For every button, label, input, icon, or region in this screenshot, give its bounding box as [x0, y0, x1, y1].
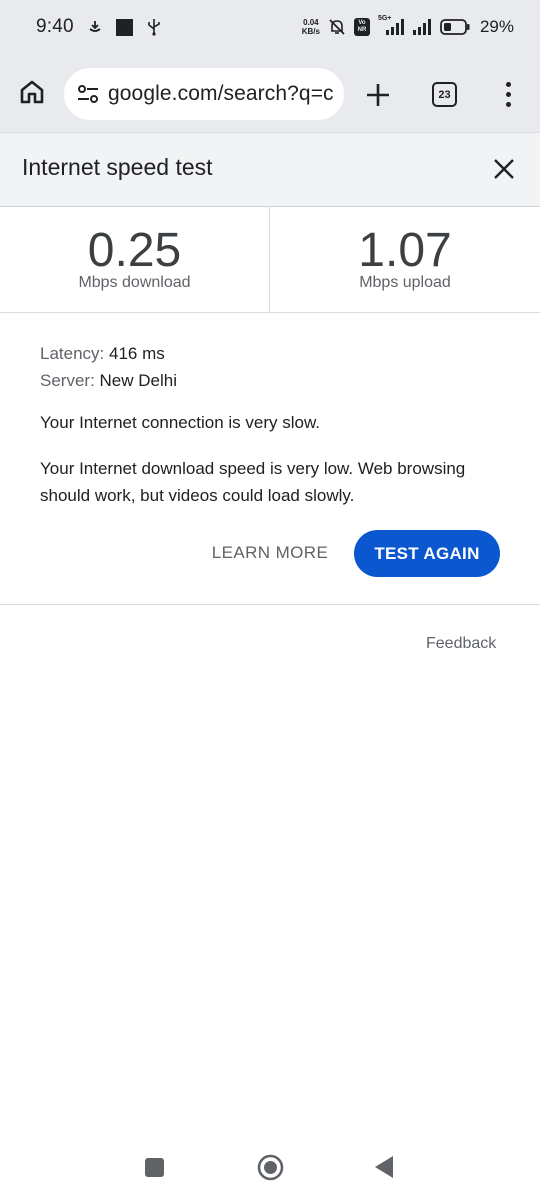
test-details: Latency: 416 ms Server: New Delhi: [40, 340, 510, 394]
net-speed-value: 0.04: [303, 18, 319, 27]
browser-toolbar: google.com/search?q=c 23: [0, 54, 540, 132]
mute-icon: [329, 19, 345, 35]
download-unit: Mbps download: [78, 274, 191, 291]
volte-badge: Vo NR: [353, 18, 370, 36]
back-nav-button[interactable]: [374, 1155, 394, 1179]
server-line: Server: New Delhi: [40, 367, 510, 394]
home-icon: [20, 80, 44, 104]
battery-percent: 29%: [479, 17, 514, 36]
signal-icon: [385, 19, 404, 35]
net-speed: 0.04 KB/s: [302, 18, 320, 36]
menu-dots-icon[interactable]: [496, 78, 520, 110]
vo-bottom: NR: [357, 27, 367, 33]
divider: [0, 604, 540, 605]
battery-icon: [440, 19, 470, 35]
server-value: New Delhi: [99, 371, 178, 390]
latency-label: Latency:: [40, 344, 105, 363]
test-again-button[interactable]: TEST AGAIN: [354, 530, 500, 577]
upload-metric: 1.07 Mbps upload: [270, 207, 540, 312]
menu-dot: [505, 101, 511, 107]
download-value: 0.25: [87, 224, 182, 277]
tab-switcher-button[interactable]: 23: [432, 82, 457, 107]
new-tab-button[interactable]: [362, 79, 394, 111]
system-nav-bar: [0, 1134, 540, 1200]
vo-top: Vo: [358, 20, 366, 26]
feedback-link[interactable]: Feedback: [426, 635, 496, 653]
menu-dot: [505, 91, 511, 97]
download-metric: 0.25 Mbps download: [0, 207, 270, 312]
home-button[interactable]: [16, 76, 48, 108]
server-label: Server:: [40, 371, 95, 390]
learn-more-button[interactable]: LEARN MORE: [200, 530, 340, 576]
net-speed-unit: KB/s: [301, 27, 320, 36]
plus-icon: [367, 84, 389, 106]
upload-unit: Mbps upload: [359, 274, 451, 291]
panel-title: Internet speed test: [22, 154, 213, 180]
menu-dot: [505, 81, 511, 87]
tab-count: 23: [438, 88, 451, 101]
speed-metrics: 0.25 Mbps download 1.07 Mbps upload: [0, 207, 540, 313]
upload-value: 1.07: [358, 224, 452, 277]
recents-button[interactable]: [145, 1158, 164, 1177]
url-text[interactable]: google.com/search?q=c: [108, 82, 334, 106]
speed-advice-message: Your Internet download speed is very low…: [40, 459, 466, 505]
close-icon[interactable]: [490, 155, 518, 183]
address-bar[interactable]: google.com/search?q=c: [64, 68, 344, 120]
signal-group: 5G+: [378, 15, 404, 37]
status-time: 9:40: [36, 16, 74, 37]
home-nav-button[interactable]: [257, 1154, 284, 1181]
status-bar: 9:40 0.04 KB/s Vo NR 5G+ 29%: [0, 0, 540, 54]
signal-icon-2: [412, 19, 431, 35]
download-icon: [89, 21, 101, 32]
status-right: 0.04 KB/s Vo NR 5G+ 29%: [302, 15, 514, 37]
speed-test-header: Internet speed test: [0, 132, 540, 207]
connection-status-message: Your Internet connection is very slow.: [40, 413, 321, 432]
latency-line: Latency: 416 ms: [40, 340, 510, 367]
square-notification-icon: [115, 18, 133, 36]
status-left: 9:40: [36, 16, 161, 38]
latency-value: 416 ms: [109, 344, 165, 363]
tune-icon[interactable]: [76, 82, 100, 106]
usb-icon: [147, 19, 160, 36]
